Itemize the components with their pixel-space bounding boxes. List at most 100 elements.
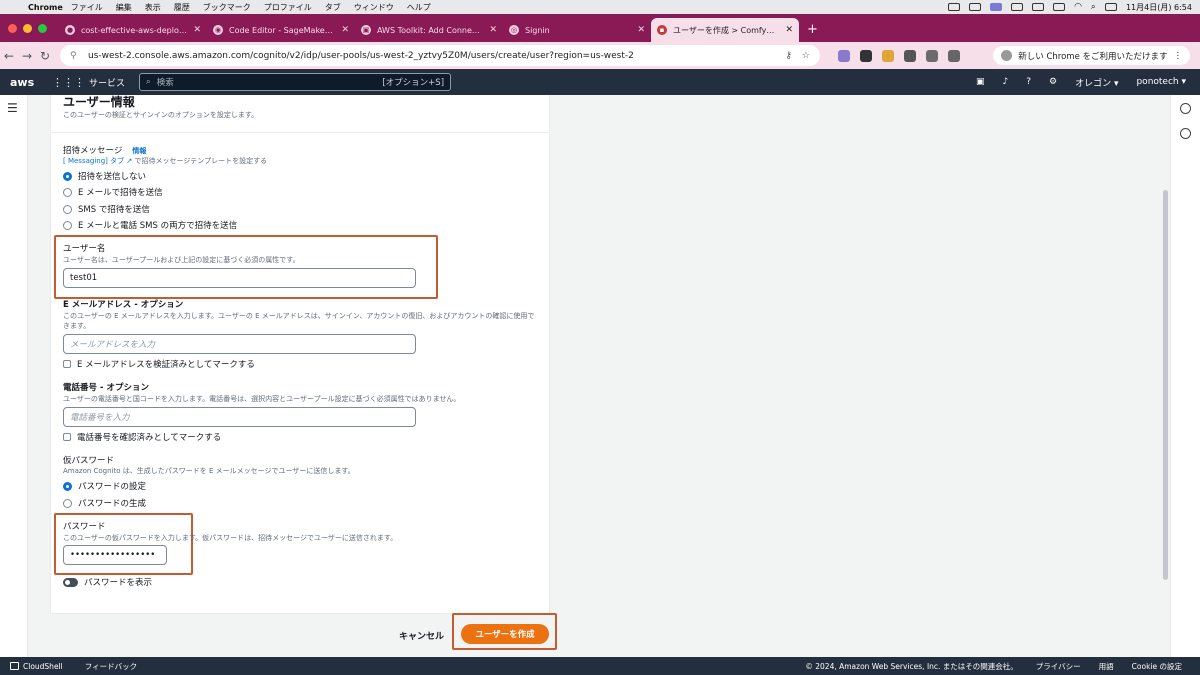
- profile-avatar[interactable]: [1001, 50, 1013, 61]
- phone-verified-checkbox[interactable]: 電話番号を確認済みとしてマークする: [63, 431, 221, 443]
- services-menu[interactable]: サービス: [89, 76, 125, 89]
- reload-icon[interactable]: ↻: [36, 49, 54, 63]
- status-icon[interactable]: [990, 3, 1003, 11]
- checkbox[interactable]: [63, 360, 71, 368]
- extension-icon[interactable]: [838, 49, 850, 62]
- radio-selected[interactable]: [63, 171, 72, 181]
- settings-gear-icon[interactable]: ⚙: [1049, 77, 1057, 87]
- menu-edit[interactable]: 編集: [116, 2, 132, 13]
- show-password-toggle[interactable]: パスワードを表示: [63, 576, 152, 588]
- browser-tab[interactable]: ◉ Code Editor - SageMaker Stu ✕: [207, 18, 355, 42]
- radio-set-password[interactable]: パスワードの設定: [63, 480, 146, 492]
- window-controls: [0, 24, 59, 42]
- scrollbar[interactable]: [1162, 95, 1170, 657]
- tutorial-icon[interactable]: [1180, 128, 1191, 139]
- browser-tab-active[interactable]: ▪ ユーザーを作成 > ComfyUIuse ✕: [651, 18, 799, 42]
- zoom-window-button[interactable]: [38, 24, 47, 33]
- extension-icon[interactable]: [882, 49, 894, 62]
- radio-email-invite[interactable]: E メールで招待を送信: [63, 186, 163, 198]
- close-window-button[interactable]: [8, 24, 17, 33]
- checkbox[interactable]: [63, 433, 71, 441]
- radio-unselected[interactable]: [63, 220, 72, 230]
- browser-tab[interactable]: ▣ AWS Toolkit: Add Connection ✕: [355, 18, 503, 42]
- phone-input[interactable]: 電話番号を入力: [63, 407, 416, 427]
- menu-view[interactable]: 表示: [145, 2, 161, 13]
- chrome-update-button[interactable]: 新しい Chrome をご利用いただけます ⋮: [993, 46, 1190, 65]
- globe-icon: ◎: [509, 25, 519, 35]
- battery-icon[interactable]: [1032, 3, 1045, 11]
- menu-window[interactable]: ウィンドウ: [354, 2, 394, 13]
- help-icon[interactable]: ?: [1026, 77, 1031, 87]
- close-tab-icon[interactable]: ✕: [489, 25, 497, 35]
- cloudshell-icon[interactable]: ▣: [976, 77, 985, 87]
- menu-file[interactable]: ファイル: [71, 2, 103, 13]
- extension-icon[interactable]: [860, 49, 872, 62]
- puzzle-icon[interactable]: [926, 49, 938, 62]
- control-center-icon[interactable]: [1104, 3, 1117, 11]
- back-icon[interactable]: ←: [0, 49, 18, 63]
- scrollbar-thumb[interactable]: [1163, 190, 1168, 580]
- aws-logo[interactable]: aws: [10, 76, 36, 89]
- extension-icon[interactable]: [904, 49, 916, 62]
- menu-hamburger-icon[interactable]: ☰: [7, 101, 18, 115]
- input-source-icon[interactable]: [1053, 3, 1066, 11]
- info-panel-icon[interactable]: [1180, 103, 1191, 114]
- cookie-settings-link[interactable]: Cookie の設定: [1132, 661, 1182, 672]
- browser-tab[interactable]: ● cost-effective-aws-deployme ✕: [59, 18, 207, 42]
- radio-unselected[interactable]: [63, 498, 72, 508]
- cloudshell-button[interactable]: CloudShell: [10, 662, 63, 671]
- radio-selected[interactable]: [63, 481, 72, 491]
- menubar-datetime[interactable]: 11月4日(月) 6:54: [1126, 2, 1192, 13]
- radio-unselected[interactable]: [63, 204, 72, 214]
- status-icon[interactable]: [1011, 3, 1024, 11]
- info-link[interactable]: 情報: [132, 147, 146, 155]
- new-tab-icon[interactable]: +: [799, 22, 818, 42]
- menu-help[interactable]: ヘルプ: [407, 2, 431, 13]
- region-selector[interactable]: オレゴン ▾: [1075, 76, 1118, 89]
- status-icon[interactable]: [948, 3, 961, 11]
- menubar-app-name[interactable]: Chrome: [28, 3, 63, 12]
- close-tab-icon[interactable]: ✕: [785, 25, 793, 35]
- email-input[interactable]: メールアドレスを入力: [63, 334, 416, 354]
- radio-generate-password[interactable]: パスワードの生成: [63, 497, 146, 509]
- menu-history[interactable]: 履歴: [174, 2, 190, 13]
- radio-email-sms-invite[interactable]: E メールと電話 SMS の両方で招待を送信: [63, 219, 237, 231]
- site-settings-icon[interactable]: ⚲: [70, 51, 82, 61]
- search-icon[interactable]: ⌕: [1091, 2, 1096, 12]
- username-input[interactable]: test01: [63, 268, 416, 288]
- create-user-button[interactable]: ユーザーを作成: [461, 624, 549, 644]
- toggle-switch[interactable]: [63, 577, 78, 587]
- browser-tab[interactable]: ◎ Signin ✕: [503, 18, 651, 42]
- services-grid-icon[interactable]: ⋮⋮⋮: [52, 76, 85, 89]
- status-icon[interactable]: [969, 3, 982, 11]
- wifi-icon[interactable]: ◠: [1074, 2, 1082, 12]
- messaging-tab-link[interactable]: [ Messaging] タブ: [63, 157, 124, 165]
- password-input[interactable]: •••••••••••••••••: [63, 545, 167, 565]
- address-bar[interactable]: ⚲ us-west-2.console.aws.amazon.com/cogni…: [60, 45, 820, 66]
- url-text[interactable]: us-west-2.console.aws.amazon.com/cognito…: [88, 51, 775, 61]
- cancel-button[interactable]: キャンセル: [399, 629, 444, 642]
- email-verified-checkbox[interactable]: E メールアドレスを検証済みとしてマークする: [63, 358, 255, 370]
- close-tab-icon[interactable]: ✕: [193, 25, 201, 35]
- menu-tab[interactable]: タブ: [325, 2, 341, 13]
- password-key-icon[interactable]: ⚷: [785, 51, 792, 61]
- forward-icon[interactable]: →: [18, 49, 36, 63]
- cloudshell-label: CloudShell: [23, 661, 63, 671]
- account-menu[interactable]: ponotech ▾: [1136, 77, 1186, 87]
- feedback-link[interactable]: フィードバック: [85, 661, 137, 672]
- radio-sms-invite[interactable]: SMS で招待を送信: [63, 203, 150, 215]
- close-tab-icon[interactable]: ✕: [341, 25, 349, 35]
- terms-link[interactable]: 用語: [1099, 661, 1114, 672]
- console-search-input[interactable]: ⌕ 検索 [オプション+S]: [139, 73, 452, 91]
- menu-bookmarks[interactable]: ブックマーク: [203, 2, 251, 13]
- radio-unselected[interactable]: [63, 187, 72, 197]
- close-tab-icon[interactable]: ✕: [637, 25, 645, 35]
- privacy-link[interactable]: プライバシー: [1036, 661, 1081, 672]
- radio-no-invite[interactable]: 招待を送信しない: [63, 170, 146, 182]
- more-menu-icon[interactable]: ⋮: [1174, 51, 1183, 61]
- minimize-window-button[interactable]: [23, 24, 32, 33]
- download-icon[interactable]: [948, 49, 960, 62]
- menu-profiles[interactable]: プロファイル: [264, 2, 312, 13]
- notifications-bell-icon[interactable]: ♪: [1002, 77, 1008, 87]
- bookmark-star-icon[interactable]: ☆: [802, 51, 810, 61]
